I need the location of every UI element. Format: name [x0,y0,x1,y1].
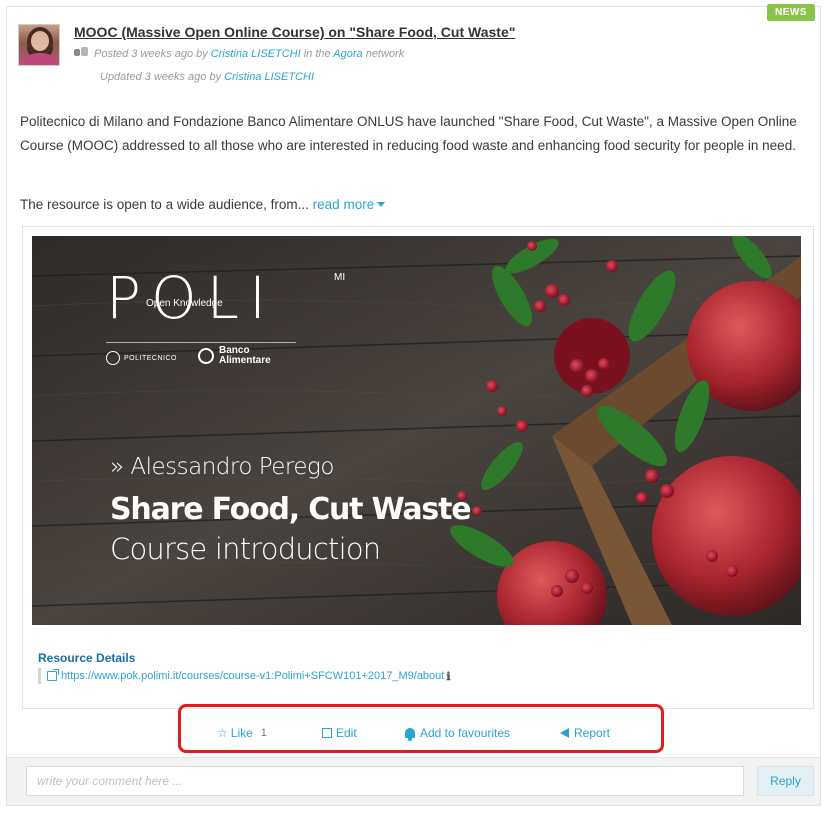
posted-prefix: Posted 3 weeks ago by [94,48,211,60]
network-link[interactable]: Agora [333,48,362,60]
course-subtitle: Course introduction [110,532,381,566]
resource-details-title: Resource Details [38,651,136,665]
comment-input[interactable] [26,766,744,796]
speaker-name: » Alessandro Perego [110,454,334,480]
course-title: Share Food, Cut Waste [110,492,472,527]
reply-button[interactable]: Reply [757,766,814,796]
updated-prefix: Updated 3 weeks ago by [100,71,225,83]
banco-logo-icon [198,348,214,364]
banco-alimentare-logo: Banco Alimentare [198,346,271,366]
like-button[interactable]: ☆ Like 1 [217,726,267,740]
info-icon[interactable]: ℹ [446,670,450,683]
edit-label: Edit [336,726,357,740]
post-description: Politecnico di Milano and Fondazione Ban… [20,114,797,153]
posted-suffix: network [362,48,405,60]
users-icon [74,47,90,58]
logo-divider [106,342,296,343]
avatar[interactable] [18,24,60,66]
star-icon: ☆ [217,726,228,740]
read-more-link[interactable]: read more [313,197,386,212]
resource-link[interactable]: https://www.pok.polimi.it/courses/course… [61,670,444,682]
read-more-label: read more [312,197,375,212]
polimi-label: POLITECNICO [124,354,177,362]
posted-mid: in the [300,48,334,60]
post-meta-updated: Updated 3 weeks ago by Cristina LISETCHI [100,71,314,83]
course-banner-image[interactable]: POLI Open Knowledge MI POLITECNICO Banco… [32,236,801,625]
post-title-link[interactable]: MOOC (Massive Open Online Course) on "Sh… [74,24,515,40]
bullhorn-icon [560,728,569,738]
report-label: Report [574,726,611,740]
seal-icon [106,351,120,365]
like-count: 1 [260,727,267,739]
polimi-logo: POLITECNICO [106,348,186,368]
post-meta-posted: Posted 3 weeks ago by Cristina LISETCHI … [74,47,404,60]
news-badge: NEWS [767,4,815,21]
report-button[interactable]: Report [560,726,610,740]
updated-author-link[interactable]: Cristina LISETCHI [224,71,314,83]
banco-line2: Alimentare [219,355,271,366]
caret-down-icon [377,202,386,207]
edit-button[interactable]: Edit [322,726,357,740]
post-teaser: The resource is open to a wide audience,… [20,197,386,212]
author-link[interactable]: Cristina LISETCHI [211,48,301,60]
external-link-icon [47,669,59,681]
teaser-text: The resource is open to a wide audience,… [20,197,309,212]
brand-subtitle: Open Knowledge [146,298,223,309]
brand-superscript: MI [334,272,346,283]
edit-icon [322,728,332,738]
resource-link-row: https://www.pok.polimi.it/courses/course… [38,668,451,684]
bell-icon [405,728,415,741]
add-to-favourites-button[interactable]: Add to favourites [405,726,511,741]
like-label: Like [230,726,253,740]
favourites-label: Add to favourites [420,726,511,740]
